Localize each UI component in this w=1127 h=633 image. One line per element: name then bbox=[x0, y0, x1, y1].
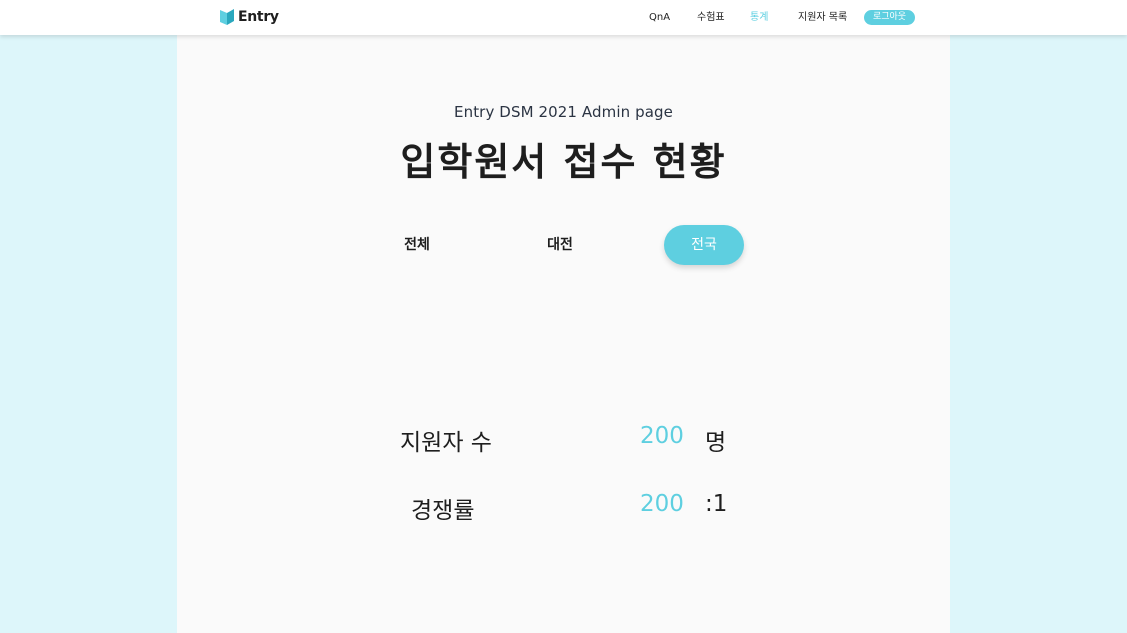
page-subtitle: Entry DSM 2021 Admin page bbox=[454, 103, 673, 121]
main-panel: Entry DSM 2021 Admin page 입학원서 접수 현황 전체 … bbox=[177, 35, 950, 633]
logo[interactable]: Entry bbox=[220, 8, 279, 26]
nav-link-exam-ticket[interactable]: 수험표 bbox=[697, 11, 725, 24]
competition-label: 경쟁률 bbox=[411, 498, 475, 524]
logo-text: Entry bbox=[238, 9, 279, 25]
tab-daejeon[interactable]: 대전 bbox=[520, 225, 600, 265]
top-navbar: Entry QnA 수험표 통계 지원자 목록 로그아웃 bbox=[0, 0, 1127, 35]
competition-unit: :1 bbox=[705, 491, 728, 517]
competition-value: 200 bbox=[640, 491, 684, 517]
nav-link-applicant-list[interactable]: 지원자 목록 bbox=[798, 11, 847, 24]
applicants-value: 200 bbox=[640, 423, 684, 449]
applicants-unit: 명 bbox=[705, 430, 727, 456]
tab-all[interactable]: 전체 bbox=[377, 225, 457, 265]
applicants-label: 지원자 수 bbox=[400, 430, 492, 456]
nav-link-statistics[interactable]: 통계 bbox=[750, 11, 768, 24]
tab-nationwide[interactable]: 전국 bbox=[664, 225, 744, 265]
logout-button[interactable]: 로그아웃 bbox=[864, 10, 915, 25]
page-title: 입학원서 접수 현황 bbox=[400, 140, 727, 184]
entry-logo-icon bbox=[220, 9, 234, 25]
nav-link-qna[interactable]: QnA bbox=[649, 11, 670, 24]
